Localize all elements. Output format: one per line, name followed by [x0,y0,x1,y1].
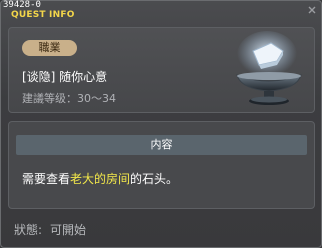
quest-summary-panel: 職業 [谈隐] 随你心意 建議等级：30～34 [8,27,315,113]
content-description: 需要查看老大的房间的石头。 [22,170,178,187]
status-label: 狀態: [14,223,43,237]
status-value: 可開始 [50,223,87,237]
stone-on-pedestal-icon [236,31,302,105]
job-badge: 職業 [22,40,77,56]
window-id: 39428-0 [3,0,41,10]
level-range: 30～34 [77,92,116,105]
content-target-location: 老大的房间 [70,172,131,186]
content-header: 内容 [16,135,307,155]
quest-status: 狀態: 可開始 [14,221,86,238]
window-title: QUEST INFO [11,10,75,20]
recommended-level: 建議等级：30～34 [22,90,116,106]
content-text-after: 的石头。 [130,172,179,186]
content-text-before: 需要查看 [22,172,71,186]
quest-info-window: 39428-0 QUEST INFO 職業 [谈隐] 随你心意 建議等级：30～… [0,0,322,248]
quest-content-panel: 内容 需要查看老大的房间的石头。 [8,121,315,209]
close-icon[interactable] [307,5,317,15]
level-label: 建議等级： [22,92,77,105]
quest-name: [谈隐] 随你心意 [22,70,108,84]
